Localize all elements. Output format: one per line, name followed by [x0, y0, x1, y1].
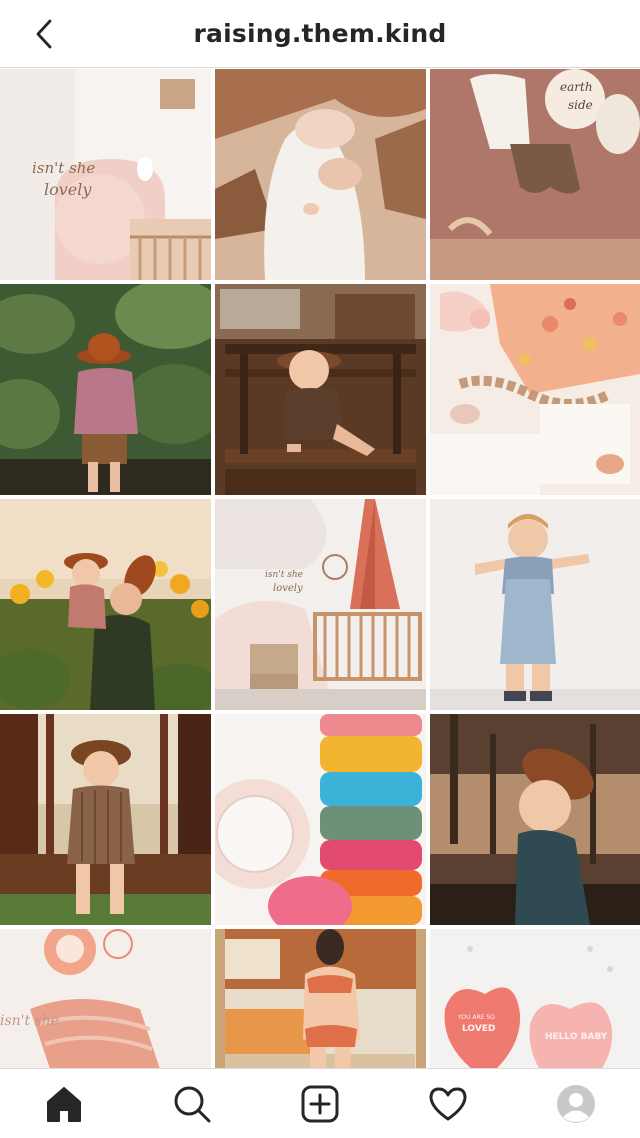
- post-thumbnail[interactable]: YOU ARE SO LOVED HELLO BABY: [430, 929, 640, 1068]
- new-post-icon: [301, 1085, 339, 1122]
- bottom-tab-bar: [0, 1068, 640, 1138]
- post-thumbnail[interactable]: [215, 929, 426, 1068]
- post-bomb-text: YOU ARE SO: [457, 1014, 495, 1021]
- post-tag-text: earth: [560, 80, 593, 94]
- profile-avatar: [557, 1084, 595, 1123]
- post-grid: isn't she lovely earth side isn't she lo…: [0, 69, 640, 1068]
- post-thumbnail[interactable]: [430, 714, 640, 925]
- tab-new-post[interactable]: [288, 1072, 352, 1136]
- post-bomb-text: LOVED: [462, 1024, 495, 1034]
- activity-heart-icon: [429, 1087, 467, 1120]
- tab-profile[interactable]: [544, 1072, 608, 1136]
- tab-search[interactable]: [160, 1072, 224, 1136]
- home-icon: [47, 1086, 81, 1122]
- post-decal-text: lovely: [273, 583, 303, 594]
- tab-home[interactable]: [32, 1072, 96, 1136]
- post-thumbnail[interactable]: isn't she lovely: [0, 69, 211, 280]
- post-thumbnail[interactable]: isn't she lovely: [215, 499, 426, 710]
- post-thumbnail[interactable]: [0, 714, 211, 925]
- profile-username: raising.them.kind: [193, 19, 447, 48]
- post-thumbnail[interactable]: isn't she lovely: [0, 929, 211, 1068]
- post-bomb-text: HELLO BABY: [545, 1032, 608, 1042]
- tab-activity[interactable]: [416, 1072, 480, 1136]
- post-decal-text: isn't she: [32, 159, 95, 177]
- post-thumbnail[interactable]: [430, 284, 640, 495]
- post-decal-text: lovely: [44, 180, 92, 199]
- post-tag-text: side: [568, 98, 593, 112]
- post-thumbnail[interactable]: earth side: [430, 69, 640, 280]
- post-thumbnail[interactable]: [215, 714, 426, 925]
- post-thumbnail[interactable]: [0, 499, 211, 710]
- search-icon: [174, 1086, 211, 1122]
- profile-header: raising.them.kind: [0, 0, 640, 68]
- post-thumbnail[interactable]: [430, 499, 640, 710]
- post-decal-text: isn't she: [265, 570, 303, 580]
- post-thumbnail[interactable]: [215, 69, 426, 280]
- post-decal-text: isn't she: [0, 1013, 59, 1029]
- post-thumbnail[interactable]: [215, 284, 426, 495]
- post-thumbnail[interactable]: [0, 284, 211, 495]
